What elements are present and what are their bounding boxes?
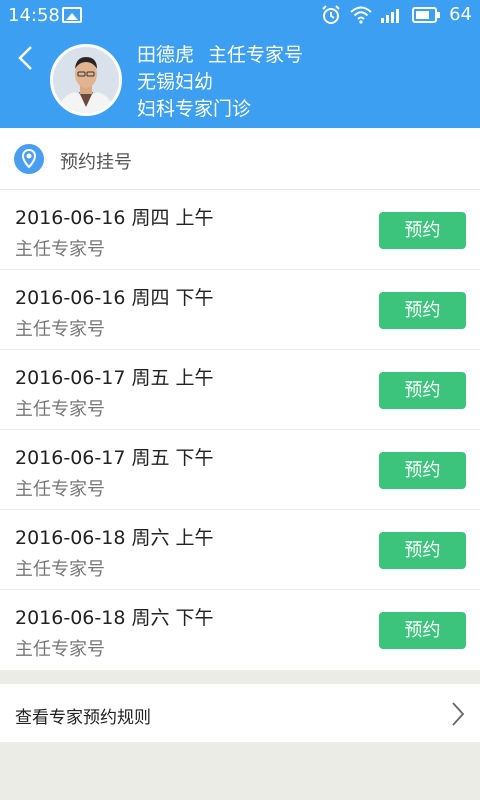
slot-row: 2016-06-18 周六 下午 主任专家号 预约 [0,590,480,670]
book-button[interactable]: 预约 [379,532,466,569]
battery-icon [412,6,441,23]
slot-date: 2016-06-16 周四 上午 [15,207,214,229]
doctor-name-line: 田德虎 主任专家号 [137,40,303,67]
doctor-header: 14:58 64 田德虎 主任专家号 无锡妇幼 妇科专家门诊 [0,0,480,128]
department-name: 妇科专家门诊 [137,98,252,120]
slot-date: 2016-06-18 周六 下午 [15,607,214,629]
slot-date: 2016-06-17 周五 上午 [15,367,214,389]
slot-type: 主任专家号 [15,239,105,260]
section-title: 预约挂号 [60,152,132,173]
signal-icon [381,8,400,23]
slot-date: 2016-06-17 周五 下午 [15,447,214,469]
alarm-icon [322,4,340,24]
image-icon [62,7,82,23]
doctor-title: 主任专家号 [208,44,304,66]
status-bar: 14:58 64 [0,0,480,32]
slot-type: 主任专家号 [15,399,105,420]
slot-date: 2016-06-16 周四 下午 [15,287,214,309]
status-time: 14:58 [8,5,60,26]
slot-type: 主任专家号 [15,319,105,340]
wifi-icon [350,6,372,24]
slot-row: 2016-06-16 周四 下午 主任专家号 预约 [0,270,480,350]
rules-label: 查看专家预约规则 [15,708,151,728]
book-button[interactable]: 预约 [379,212,466,249]
book-button[interactable]: 预约 [379,372,466,409]
slot-row: 2016-06-17 周五 下午 主任专家号 预约 [0,430,480,510]
slot-type: 主任专家号 [15,639,105,660]
chevron-right-icon [452,702,465,726]
slot-type: 主任专家号 [15,559,105,580]
slot-date: 2016-06-18 周六 上午 [15,527,214,549]
back-arrow-icon[interactable] [14,44,38,72]
book-button[interactable]: 预约 [379,612,466,649]
doctor-name: 田德虎 [137,44,195,66]
expert-rules-link[interactable]: 查看专家预约规则 [0,684,480,742]
location-pin-icon [14,144,44,174]
slot-list: 2016-06-16 周四 上午 主任专家号 预约 2016-06-16 周四 … [0,190,480,670]
book-button[interactable]: 预约 [379,452,466,489]
slot-row: 2016-06-17 周五 上午 主任专家号 预约 [0,350,480,430]
slot-type: 主任专家号 [15,479,105,500]
hospital-name: 无锡妇幼 [137,71,214,93]
slot-row: 2016-06-18 周六 上午 主任专家号 预约 [0,510,480,590]
booking-section-header: 预约挂号 [0,128,480,190]
book-button[interactable]: 预约 [379,292,466,329]
battery-level: 64 [449,4,472,25]
slot-row: 2016-06-16 周四 上午 主任专家号 预约 [0,190,480,270]
doctor-avatar [50,44,122,116]
status-icons: 64 [321,4,472,25]
